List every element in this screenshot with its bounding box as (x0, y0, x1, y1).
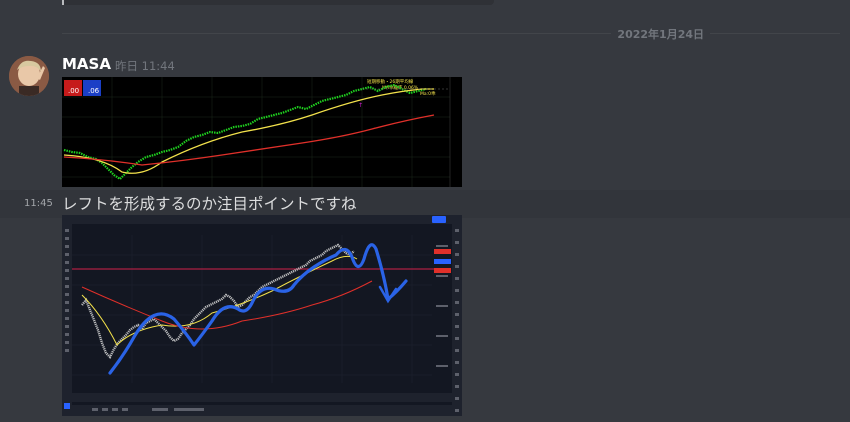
date-divider-line (62, 33, 840, 34)
date-divider-label: 2022年1月24日 (611, 26, 710, 42)
avatar[interactable] (9, 56, 49, 96)
overlay-line3: Ma:0乖 (420, 90, 436, 97)
overlay-line1: 短期移動・26期平均線 (367, 78, 414, 85)
message-timestamp: 昨日 11:44 (115, 59, 175, 73)
arrow-marker: ↑ (358, 102, 363, 109)
username[interactable]: MASA (62, 55, 111, 73)
avatar-image (9, 56, 49, 96)
buy-price: .06 (88, 87, 100, 95)
hover-timestamp: 11:45 (24, 198, 53, 209)
chart-screenshot-attachment[interactable]: .00 .06 短期移動・26期平均線 MA乖離率 0.06% Ma:0乖 ↑ (62, 77, 462, 187)
tradingview-screenshot-image (62, 215, 462, 416)
sell-price: .00 (68, 87, 79, 95)
message-text: レフトを形成するのか注目ポイントですね (62, 195, 357, 213)
chart-screenshot-image: .00 .06 短期移動・26期平均線 MA乖離率 0.06% Ma:0乖 ↑ (62, 77, 462, 187)
previous-embed-edge (62, 0, 494, 5)
tradingview-screenshot-attachment[interactable] (62, 215, 462, 416)
